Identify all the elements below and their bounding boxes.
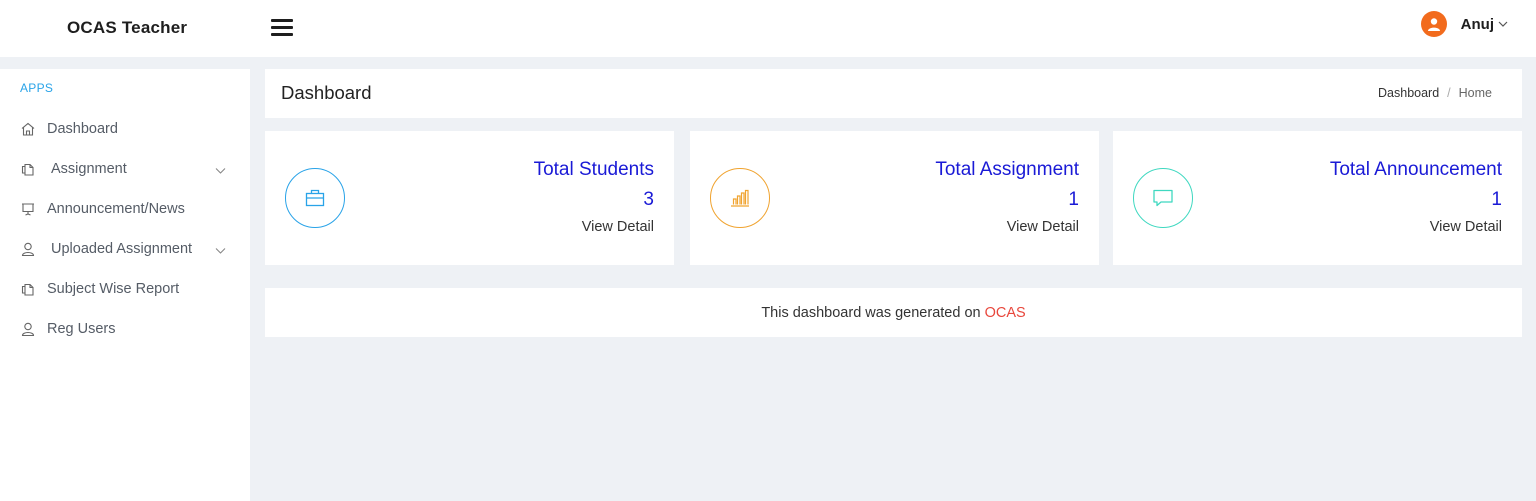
sidebar-item-label: Announcement/News (47, 201, 185, 217)
sidebar-item-dashboard[interactable]: Dashboard (0, 109, 250, 149)
sidebar-item-label: Assignment (51, 161, 127, 177)
stat-card-title: Total Students (533, 159, 654, 180)
view-detail-link[interactable]: View Detail (1430, 219, 1502, 235)
bar-chart-icon (710, 168, 770, 228)
breadcrumb-separator: / (1447, 86, 1451, 100)
view-detail-link[interactable]: View Detail (1007, 219, 1079, 235)
sidebar-item-announcement-news[interactable]: Announcement/News (0, 189, 250, 229)
breadcrumb-item-dashboard[interactable]: Dashboard (1378, 86, 1439, 100)
user-menu[interactable]: Anuj (1420, 11, 1508, 37)
breadcrumb-item-home: Home (1458, 86, 1492, 100)
sidebar: APPS Dashboard Assignment Announcement/N… (0, 69, 250, 501)
stat-card-title: Total Assignment (935, 159, 1079, 180)
page-title: Dashboard (281, 82, 372, 103)
user-icon (19, 320, 37, 338)
sidebar-item-label: Reg Users (47, 321, 116, 337)
user-icon (19, 240, 37, 258)
chevron-down-icon (1498, 19, 1508, 29)
home-icon (19, 120, 37, 138)
chat-icon (1133, 168, 1193, 228)
footer-text: This dashboard was generated on (761, 304, 981, 321)
avatar (1420, 11, 1447, 37)
hamburger-icon (271, 33, 293, 36)
breadcrumb: Dashboard / Home (1378, 86, 1492, 100)
stat-card-announcement: Total Announcement 1 View Detail (1113, 131, 1522, 265)
copy-icon (19, 160, 37, 178)
chevron-down-icon (215, 163, 226, 174)
hamburger-icon (271, 26, 293, 29)
dashboard-footer: This dashboard was generated on OCAS (265, 288, 1522, 337)
app-brand[interactable]: OCAS Teacher (67, 18, 187, 38)
hamburger-icon (271, 19, 293, 22)
sidebar-item-label: Uploaded Assignment (51, 241, 193, 257)
stat-card-value: 1 (1491, 189, 1502, 210)
sidebar-item-label: Dashboard (47, 121, 118, 137)
user-name: Anuj (1460, 15, 1494, 33)
user-avatar-icon (1427, 18, 1440, 31)
chevron-down-icon (215, 243, 226, 254)
copy-icon (19, 280, 37, 298)
stat-card-value: 3 (643, 189, 654, 210)
stat-card-assignment: Total Assignment 1 View Detail (690, 131, 1099, 265)
sidebar-item-uploaded-assignment[interactable]: Uploaded Assignment (0, 229, 250, 269)
stat-card-title: Total Announcement (1329, 159, 1502, 180)
stat-card-value: 1 (1068, 189, 1079, 210)
briefcase-icon (285, 168, 345, 228)
top-bar: OCAS Teacher Anuj (0, 0, 1536, 57)
sidebar-item-assignment[interactable]: Assignment (0, 149, 250, 189)
page-header: Dashboard Dashboard / Home (265, 69, 1522, 118)
sidebar-item-label: Subject Wise Report (47, 281, 180, 297)
footer-brand-link[interactable]: OCAS (985, 305, 1026, 321)
sidebar-item-reg-users[interactable]: Reg Users (0, 309, 250, 349)
sidebar-item-subject-wise-report[interactable]: Subject Wise Report (0, 269, 250, 309)
menu-toggle-button[interactable] (271, 19, 293, 37)
view-detail-link[interactable]: View Detail (582, 219, 654, 235)
stat-card-students: Total Students 3 View Detail (265, 131, 674, 265)
sidebar-section-label: APPS (20, 81, 54, 95)
presentation-icon (19, 200, 37, 218)
